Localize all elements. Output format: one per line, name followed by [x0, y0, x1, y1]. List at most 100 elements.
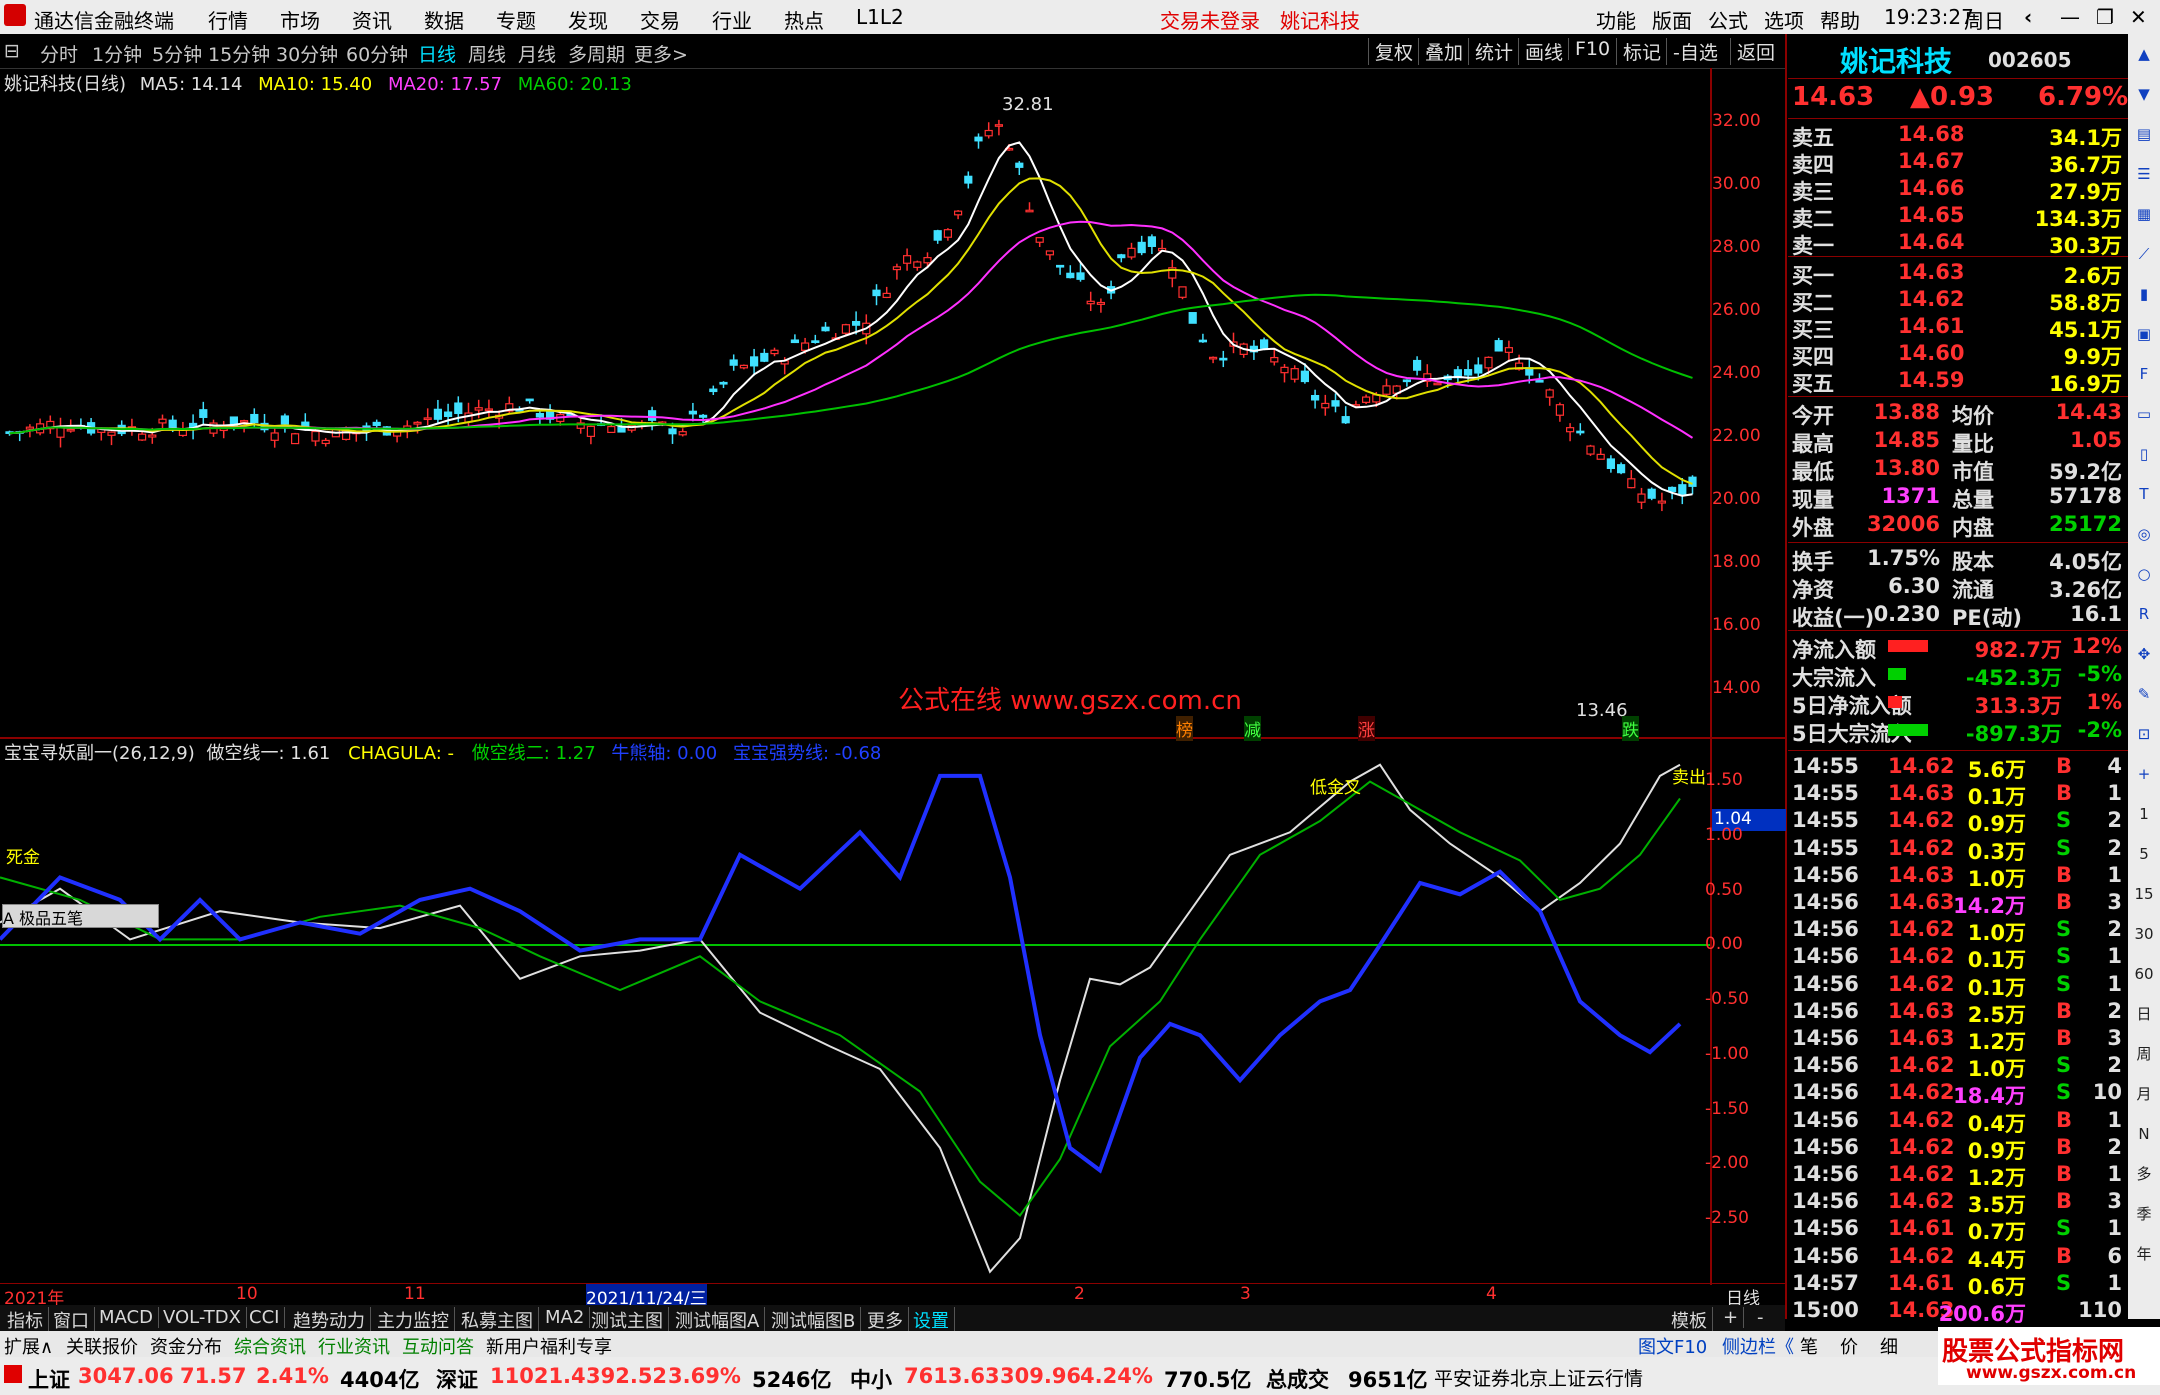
restore-icon[interactable]: ❐	[2096, 5, 2114, 29]
period-15min[interactable]: 15分钟	[208, 40, 270, 67]
period-5min[interactable]: 5分钟	[152, 40, 202, 67]
sidebar-toggle[interactable]: 侧边栏《	[1722, 1333, 1794, 1359]
menu-bangzhu[interactable]: 帮助	[1820, 5, 1860, 34]
menu-redian[interactable]: 热点	[784, 5, 824, 34]
chart-icon[interactable]: ▤	[2132, 122, 2156, 146]
period-daily[interactable]: 日线	[418, 40, 456, 67]
menu-gongneng[interactable]: 功能	[1596, 5, 1636, 34]
tab-ceshi-zhutu[interactable]: 测试主图	[586, 1307, 669, 1333]
period-shortcut[interactable]: 15	[2132, 882, 2156, 906]
zixuan-button[interactable]: -自选	[1666, 38, 1724, 65]
tab-chuangkou[interactable]: 窗口	[48, 1307, 95, 1333]
bid-row[interactable]: 买一 14.63 2.6万	[1788, 260, 2126, 288]
tab-hangye-zixun[interactable]: 行业资讯	[318, 1333, 390, 1359]
move-icon[interactable]: ✥	[2132, 642, 2156, 666]
menu-jiaoyi[interactable]: 交易	[640, 5, 680, 34]
period-shortcut[interactable]: 30	[2132, 922, 2156, 946]
back-icon[interactable]: ‹	[2024, 5, 2032, 29]
bid-row[interactable]: 买五 14.59 16.9万	[1788, 368, 2126, 396]
period-1min[interactable]: 1分钟	[92, 40, 142, 67]
tab-ceshi-b[interactable]: 测试幅图B	[766, 1307, 862, 1333]
zoom-in-button[interactable]: +	[1718, 1307, 1745, 1328]
tab-more[interactable]: 更多	[862, 1307, 909, 1333]
login-status[interactable]: 交易未登录	[1160, 5, 1260, 34]
tdx-icon[interactable]: T	[2132, 482, 2156, 506]
period-shortcut[interactable]: 月	[2132, 1082, 2156, 1106]
grid-icon[interactable]: ▦	[2132, 202, 2156, 226]
period-fenshi[interactable]: 分时	[40, 40, 78, 67]
doc-icon[interactable]: ▯	[2132, 442, 2156, 466]
menu-gongshi[interactable]: 公式	[1708, 5, 1748, 34]
tab-simu[interactable]: 私募主图	[456, 1307, 539, 1333]
tab-hudong[interactable]: 互动问答	[402, 1333, 474, 1359]
minimize-icon[interactable]: —	[2060, 5, 2080, 29]
bid-row[interactable]: 买四 14.60 9.9万	[1788, 341, 2126, 369]
cir-icon[interactable]: ○	[2132, 562, 2156, 586]
bar-icon[interactable]: ▮	[2132, 282, 2156, 306]
ring-icon[interactable]: ◎	[2132, 522, 2156, 546]
menu-banmian[interactable]: 版面	[1652, 5, 1692, 34]
menu-shichang[interactable]: 市场	[280, 5, 320, 34]
up-icon[interactable]: ▲	[2132, 42, 2156, 66]
tab-guanlian[interactable]: 关联报价	[66, 1333, 138, 1359]
tab-qushi[interactable]: 趋势动力	[288, 1307, 371, 1333]
f10-icon[interactable]: F	[2132, 362, 2156, 386]
tab-settings[interactable]: 设置	[908, 1307, 955, 1333]
f10-graphic-button[interactable]: 图文F10	[1638, 1333, 1707, 1359]
period-shortcut[interactable]: 年	[2132, 1242, 2156, 1266]
period-shortcut[interactable]: 周	[2132, 1042, 2156, 1066]
ask-row[interactable]: 卖一 14.64 30.3万	[1788, 230, 2126, 258]
book-icon[interactable]: ▭	[2132, 402, 2156, 426]
tab-zijin[interactable]: 资金分布	[150, 1333, 222, 1359]
tab-bi[interactable]: 笔	[1800, 1333, 1818, 1359]
period-weekly[interactable]: 周线	[468, 40, 506, 67]
tab-fuli[interactable]: 新用户福利专享	[486, 1333, 612, 1359]
menu-zixun[interactable]: 资讯	[352, 5, 392, 34]
news-icon[interactable]: ▣	[2132, 322, 2156, 346]
period-more[interactable]: 更多>	[634, 40, 688, 67]
sh-name[interactable]: 上证	[28, 1364, 70, 1394]
collapse-icon[interactable]: ⊟	[4, 40, 20, 62]
plus-icon[interactable]: +	[2132, 762, 2156, 786]
menu-xuanxiang[interactable]: 选项	[1764, 5, 1804, 34]
zx-name[interactable]: 中小	[850, 1364, 892, 1394]
period-shortcut[interactable]: 1	[2132, 802, 2156, 826]
down-icon[interactable]: ▼	[2132, 82, 2156, 106]
menu-shuju[interactable]: 数据	[424, 5, 464, 34]
tab-macd[interactable]: MACD	[94, 1307, 159, 1328]
template-button[interactable]: 模板	[1666, 1307, 1713, 1333]
menu-hangye[interactable]: 行业	[712, 5, 752, 34]
tab-cci[interactable]: CCI	[244, 1307, 286, 1328]
period-shortcut[interactable]: 多	[2132, 1162, 2156, 1186]
menu-l1l2[interactable]: L1L2	[856, 5, 904, 29]
period-shortcut[interactable]: 季	[2132, 1202, 2156, 1226]
period-30min[interactable]: 30分钟	[276, 40, 338, 67]
tab-xi[interactable]: 细	[1880, 1333, 1898, 1359]
period-monthly[interactable]: 月线	[518, 40, 556, 67]
pen-icon[interactable]: ✎	[2132, 682, 2156, 706]
close-icon[interactable]: ✕	[2130, 5, 2147, 29]
period-60min[interactable]: 60分钟	[346, 40, 408, 67]
kline-chart[interactable]: 姚记科技(日线) MA5: 14.14 MA10: 15.40 MA20: 17…	[0, 68, 1710, 741]
period-shortcut[interactable]: 5	[2132, 842, 2156, 866]
tab-zhuli[interactable]: 主力监控	[372, 1307, 455, 1333]
menu-zhuanti[interactable]: 专题	[496, 5, 536, 34]
list-icon[interactable]: ☰	[2132, 162, 2156, 186]
tab-ma2[interactable]: MA2	[540, 1307, 591, 1328]
bid-row[interactable]: 买二 14.62 58.8万	[1788, 287, 2126, 315]
period-shortcut[interactable]: N	[2132, 1122, 2156, 1146]
indicator-chart[interactable]: 宝宝寻妖副一(26,12,9) 做空线一: 1.61 CHAGULA: - 做空…	[0, 739, 1710, 1283]
tongji-button[interactable]: 统计	[1468, 38, 1519, 65]
zoom-out-button[interactable]: -	[1752, 1307, 1769, 1328]
menu-hangqing[interactable]: 行情	[208, 5, 248, 34]
ime-toolbar[interactable]: A 极品五笔	[2, 904, 159, 928]
biaoji-button[interactable]: 标记	[1616, 38, 1667, 65]
ask-row[interactable]: 卖四 14.67 36.7万	[1788, 149, 2126, 177]
tab-ceshi-a[interactable]: 测试幅图A	[670, 1307, 766, 1333]
ask-row[interactable]: 卖三 14.66 27.9万	[1788, 176, 2126, 204]
huaxian-button[interactable]: 画线	[1518, 38, 1569, 65]
f10-button[interactable]: F10	[1568, 38, 1616, 60]
fs-icon[interactable]: ⊡	[2132, 722, 2156, 746]
sz-name[interactable]: 深证	[436, 1364, 478, 1394]
line-icon[interactable]: ⟋	[2132, 242, 2156, 266]
